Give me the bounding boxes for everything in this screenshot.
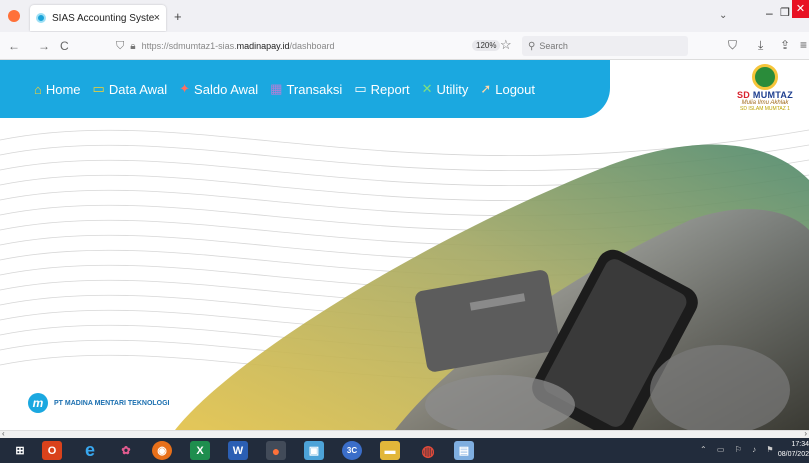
school-name: SD MUMTAZ — [736, 90, 794, 100]
chrome-icon[interactable]: ◍ — [418, 441, 438, 460]
back-button[interactable]: ← — [8, 39, 20, 53]
reload-button[interactable]: C — [60, 39, 69, 53]
home-icon: ⌂ — [34, 81, 42, 97]
menu-item-utility[interactable]: ✕ Utility — [422, 81, 469, 97]
menu-label: Report — [370, 81, 410, 97]
company-mark-icon: m — [28, 393, 48, 413]
screen-icon: ▭ — [354, 81, 367, 96]
menu-label: Transaksi — [286, 81, 343, 97]
menu-item-transaksi[interactable]: ▦ Transaksi — [270, 81, 342, 97]
company-logo: m PT MADINA MENTARI TEKNOLOGI — [28, 393, 170, 413]
horizontal-scrollbar[interactable]: ‹ › — [0, 429, 809, 438]
logout-icon: ➚ — [480, 81, 492, 96]
url-host: madinapay.id — [236, 41, 290, 51]
download-icon[interactable]: ⤓ — [758, 38, 763, 53]
extensions-icon[interactable]: ⇪ — [780, 38, 790, 52]
menu-icon[interactable]: ≡ — [800, 38, 807, 52]
school-subtitle: SD ISLAM MUMTAZ 1 — [740, 106, 790, 112]
menu-label: Home — [45, 81, 81, 97]
url-bar[interactable]: ⛉ 🔒︎ https://sdmumtaz1-sias. madinapay.id… — [116, 36, 456, 56]
menu-item-logout[interactable]: ➚ Logout — [480, 81, 535, 97]
tools-icon: ✕ — [421, 81, 433, 96]
menu-label: Utility — [436, 81, 469, 97]
dashboard-page: ⌂ Home ▭ Data Awal ✦ Saldo Awal ▦ Transa… — [0, 60, 809, 430]
new-tab-button[interactable]: + — [174, 9, 182, 24]
close-window-button[interactable]: ✕ — [792, 0, 809, 18]
menu-item-report[interactable]: ▭ Report — [354, 81, 409, 97]
maximize-button[interactable]: ❐ — [780, 6, 790, 19]
monitor-icon: ▭ — [92, 81, 105, 96]
paint-icon[interactable]: ✿ — [116, 441, 136, 460]
main-menu: ⌂ Home ▭ Data Awal ✦ Saldo Awal ▦ Transa… — [0, 60, 610, 118]
clock-date: 08/07/202 — [777, 451, 809, 458]
browser-nav-bar: ← → C ⛉ 🔒︎ https://sdmumtaz1-sias. madina… — [0, 32, 809, 60]
zoom-level-badge[interactable]: 120% — [472, 40, 501, 51]
system-tray[interactable]: ⌃ ▭ ⚐ ♪ ⚑ — [700, 445, 778, 454]
search-icon: ⚲ — [528, 40, 536, 52]
school-emblem-icon — [752, 64, 778, 90]
search-placeholder: Search — [539, 41, 568, 51]
shield-icon[interactable]: ⛉ — [116, 40, 124, 53]
forward-button[interactable]: → — [38, 39, 50, 53]
lock-icon[interactable]: 🔒︎ — [130, 41, 135, 52]
minimize-button[interactable]: – — [766, 6, 773, 20]
bookmark-star-icon[interactable]: ☆ — [500, 37, 512, 53]
tab-close-icon[interactable]: × — [154, 12, 160, 24]
company-name: PT MADINA MENTARI TEKNOLOGI — [54, 399, 170, 407]
tab-list-button[interactable]: ⌄ — [719, 10, 727, 21]
tab-sias[interactable]: SIAS Accounting System × — [30, 5, 166, 31]
school-logo: SD MUMTAZ Mulia Ilmu Akhlak SD ISLAM MUM… — [724, 64, 806, 128]
clock-time: 17:34 — [791, 441, 809, 448]
app-orange-icon[interactable]: ◉ — [152, 441, 172, 460]
file-explorer-icon[interactable]: ▬ — [380, 441, 400, 460]
site-favicon-icon — [36, 13, 46, 23]
browser-tab-bar: SIAS Accounting System × + ⌄ – ❐ ✕ — [0, 0, 809, 32]
system-clock[interactable]: 17:34 08/07/202 — [770, 440, 809, 460]
firefox-icon[interactable]: ● — [266, 441, 286, 460]
app-3c-icon[interactable]: 3C — [342, 441, 362, 460]
firefox-menu-icon[interactable] — [8, 10, 20, 22]
search-input[interactable]: ⚲ Search — [522, 36, 688, 56]
windows-start-icon[interactable]: ⊞ — [10, 441, 30, 460]
excel-icon[interactable]: X — [190, 441, 210, 460]
menu-item-saldo-awal[interactable]: ✦ Saldo Awal — [179, 81, 258, 97]
menu-item-data-awal[interactable]: ▭ Data Awal — [93, 81, 168, 97]
app-window-icon[interactable]: ▣ — [304, 441, 324, 460]
word-icon[interactable]: W — [228, 441, 248, 460]
app-document-icon[interactable]: ▤ — [454, 441, 474, 460]
url-path: /dashboard — [289, 41, 335, 51]
tab-title: SIAS Accounting System — [52, 12, 154, 24]
menu-item-home[interactable]: ⌂ Home — [34, 82, 81, 97]
menu-label: Data Awal — [108, 81, 168, 97]
menu-label: Logout — [495, 81, 535, 97]
office-icon[interactable]: O — [42, 441, 62, 460]
pocket-icon[interactable]: ⛉ — [728, 38, 737, 53]
url-prefix: https://sdmumtaz1-sias. — [141, 41, 237, 51]
grid-icon: ▦ — [270, 81, 283, 96]
scroll-right-icon[interactable]: › — [804, 429, 807, 438]
scroll-left-icon[interactable]: ‹ — [2, 429, 5, 438]
windows-taskbar: ⊞ O e ✿ ◉ X W ● ▣ 3C ▬ ◍ ▤ ⌃ ▭ ⚐ ♪ ⚑ 17:… — [0, 438, 809, 463]
menu-label: Saldo Awal — [194, 81, 259, 97]
internet-explorer-icon[interactable]: e — [80, 440, 100, 460]
money-icon: ✦ — [179, 81, 191, 96]
